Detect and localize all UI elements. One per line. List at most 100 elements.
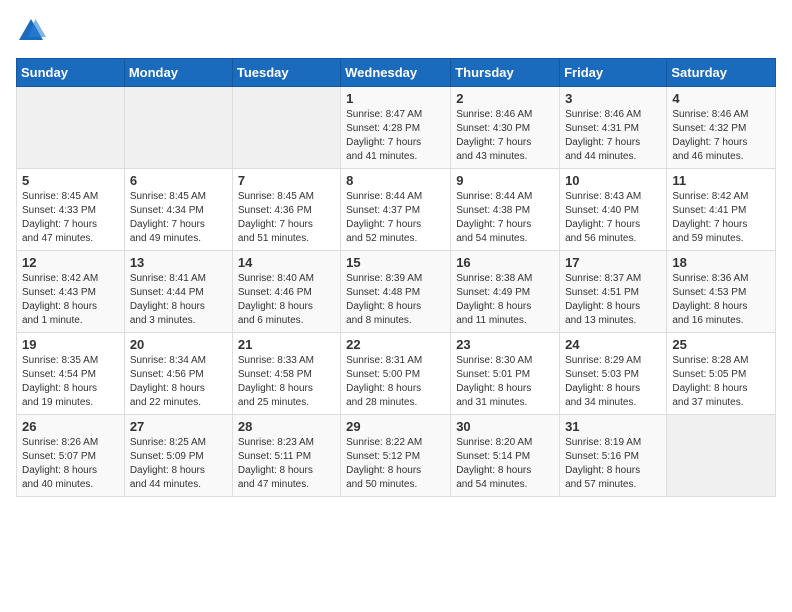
day-number: 18 <box>672 255 770 270</box>
logo-icon <box>16 16 46 46</box>
day-number: 24 <box>565 337 661 352</box>
day-info: Sunrise: 8:34 AM Sunset: 4:56 PM Dayligh… <box>130 354 227 410</box>
day-info: Sunrise: 8:42 AM Sunset: 4:41 PM Dayligh… <box>672 190 770 246</box>
day-number: 7 <box>238 173 335 188</box>
calendar-cell: 10Sunrise: 8:43 AM Sunset: 4:40 PM Dayli… <box>560 169 667 251</box>
calendar-cell: 27Sunrise: 8:25 AM Sunset: 5:09 PM Dayli… <box>124 415 232 497</box>
calendar-cell: 30Sunrise: 8:20 AM Sunset: 5:14 PM Dayli… <box>451 415 560 497</box>
day-info: Sunrise: 8:35 AM Sunset: 4:54 PM Dayligh… <box>22 354 119 410</box>
day-number: 5 <box>22 173 119 188</box>
calendar-cell: 9 Sunrise: 8:44 AM Sunset: 4:38 PM Daylig… <box>451 169 560 251</box>
day-number: 28 <box>238 419 335 434</box>
day-number: 16 <box>456 255 554 270</box>
weekday-header: Sunday <box>17 59 125 87</box>
day-info: Sunrise: 8:26 AM Sunset: 5:07 PM Dayligh… <box>22 436 119 492</box>
day-number: 2 <box>456 91 554 106</box>
calendar-week-row: 26Sunrise: 8:26 AM Sunset: 5:07 PM Dayli… <box>17 415 776 497</box>
day-info: Sunrise: 8:44 AM Sunset: 4:38 PM Dayligh… <box>456 190 554 246</box>
calendar-cell <box>232 87 340 169</box>
day-number: 1 <box>346 91 445 106</box>
weekday-header: Saturday <box>667 59 776 87</box>
calendar-table: SundayMondayTuesdayWednesdayThursdayFrid… <box>16 58 776 497</box>
calendar-cell: 14 Sunrise: 8:40 AM Sunset: 4:46 PM Dayli… <box>232 251 340 333</box>
day-info: Sunrise: 8:39 AM Sunset: 4:48 PM Dayligh… <box>346 272 445 328</box>
day-info: Sunrise: 8:45 AM Sunset: 4:33 PM Dayligh… <box>22 190 119 246</box>
day-info: Sunrise: 8:22 AM Sunset: 5:12 PM Dayligh… <box>346 436 445 492</box>
calendar-cell: 29Sunrise: 8:22 AM Sunset: 5:12 PM Dayli… <box>341 415 451 497</box>
day-info: Sunrise: 8:41 AM Sunset: 4:44 PM Dayligh… <box>130 272 227 328</box>
calendar-week-row: 1Sunrise: 8:47 AM Sunset: 4:28 PM Daylig… <box>17 87 776 169</box>
day-number: 15 <box>346 255 445 270</box>
calendar-cell: 8 Sunrise: 8:44 AM Sunset: 4:37 PM Daylig… <box>341 169 451 251</box>
day-number: 19 <box>22 337 119 352</box>
day-info: Sunrise: 8:33 AM Sunset: 4:58 PM Dayligh… <box>238 354 335 410</box>
calendar-cell <box>667 415 776 497</box>
calendar-cell: 15 Sunrise: 8:39 AM Sunset: 4:48 PM Dayli… <box>341 251 451 333</box>
day-number: 3 <box>565 91 661 106</box>
calendar-cell: 1Sunrise: 8:47 AM Sunset: 4:28 PM Daylig… <box>341 87 451 169</box>
day-info: Sunrise: 8:46 AM Sunset: 4:32 PM Dayligh… <box>672 108 770 164</box>
calendar-cell: 18 Sunrise: 8:36 AM Sunset: 4:53 PM Dayli… <box>667 251 776 333</box>
calendar-cell: 20 Sunrise: 8:34 AM Sunset: 4:56 PM Dayli… <box>124 333 232 415</box>
day-info: Sunrise: 8:29 AM Sunset: 5:03 PM Dayligh… <box>565 354 661 410</box>
day-number: 20 <box>130 337 227 352</box>
day-number: 30 <box>456 419 554 434</box>
day-info: Sunrise: 8:43 AM Sunset: 4:40 PM Dayligh… <box>565 190 661 246</box>
day-number: 14 <box>238 255 335 270</box>
day-info: Sunrise: 8:44 AM Sunset: 4:37 PM Dayligh… <box>346 190 445 246</box>
calendar-cell <box>17 87 125 169</box>
calendar-cell: 21 Sunrise: 8:33 AM Sunset: 4:58 PM Dayli… <box>232 333 340 415</box>
calendar-cell: 28 Sunrise: 8:23 AM Sunset: 5:11 PM Dayli… <box>232 415 340 497</box>
calendar-cell: 25Sunrise: 8:28 AM Sunset: 5:05 PM Dayli… <box>667 333 776 415</box>
calendar-cell: 26Sunrise: 8:26 AM Sunset: 5:07 PM Dayli… <box>17 415 125 497</box>
day-info: Sunrise: 8:42 AM Sunset: 4:43 PM Dayligh… <box>22 272 119 328</box>
day-number: 8 <box>346 173 445 188</box>
day-info: Sunrise: 8:45 AM Sunset: 4:36 PM Dayligh… <box>238 190 335 246</box>
calendar-cell: 7 Sunrise: 8:45 AM Sunset: 4:36 PM Daylig… <box>232 169 340 251</box>
weekday-header: Thursday <box>451 59 560 87</box>
day-number: 6 <box>130 173 227 188</box>
weekday-header: Wednesday <box>341 59 451 87</box>
calendar-cell: 31 Sunrise: 8:19 AM Sunset: 5:16 PM Dayli… <box>560 415 667 497</box>
day-number: 13 <box>130 255 227 270</box>
calendar-cell: 23Sunrise: 8:30 AM Sunset: 5:01 PM Dayli… <box>451 333 560 415</box>
day-info: Sunrise: 8:28 AM Sunset: 5:05 PM Dayligh… <box>672 354 770 410</box>
calendar-cell: 24 Sunrise: 8:29 AM Sunset: 5:03 PM Dayli… <box>560 333 667 415</box>
calendar-cell: 2 Sunrise: 8:46 AM Sunset: 4:30 PM Daylig… <box>451 87 560 169</box>
day-info: Sunrise: 8:37 AM Sunset: 4:51 PM Dayligh… <box>565 272 661 328</box>
day-info: Sunrise: 8:36 AM Sunset: 4:53 PM Dayligh… <box>672 272 770 328</box>
calendar-cell: 11 Sunrise: 8:42 AM Sunset: 4:41 PM Dayli… <box>667 169 776 251</box>
day-info: Sunrise: 8:30 AM Sunset: 5:01 PM Dayligh… <box>456 354 554 410</box>
day-number: 31 <box>565 419 661 434</box>
calendar-week-row: 5 Sunrise: 8:45 AM Sunset: 4:33 PM Daylig… <box>17 169 776 251</box>
logo <box>16 16 50 46</box>
weekday-header: Friday <box>560 59 667 87</box>
day-number: 21 <box>238 337 335 352</box>
day-info: Sunrise: 8:45 AM Sunset: 4:34 PM Dayligh… <box>130 190 227 246</box>
day-number: 17 <box>565 255 661 270</box>
day-number: 22 <box>346 337 445 352</box>
page-header <box>16 16 776 46</box>
day-info: Sunrise: 8:23 AM Sunset: 5:11 PM Dayligh… <box>238 436 335 492</box>
day-number: 11 <box>672 173 770 188</box>
calendar-week-row: 19 Sunrise: 8:35 AM Sunset: 4:54 PM Dayli… <box>17 333 776 415</box>
calendar-cell: 17 Sunrise: 8:37 AM Sunset: 4:51 PM Dayli… <box>560 251 667 333</box>
calendar-cell: 5 Sunrise: 8:45 AM Sunset: 4:33 PM Daylig… <box>17 169 125 251</box>
calendar-cell: 6 Sunrise: 8:45 AM Sunset: 4:34 PM Daylig… <box>124 169 232 251</box>
calendar-week-row: 12 Sunrise: 8:42 AM Sunset: 4:43 PM Dayli… <box>17 251 776 333</box>
calendar-cell: 19 Sunrise: 8:35 AM Sunset: 4:54 PM Dayli… <box>17 333 125 415</box>
day-number: 12 <box>22 255 119 270</box>
day-number: 9 <box>456 173 554 188</box>
weekday-header: Monday <box>124 59 232 87</box>
calendar-cell: 13 Sunrise: 8:41 AM Sunset: 4:44 PM Dayli… <box>124 251 232 333</box>
day-info: Sunrise: 8:31 AM Sunset: 5:00 PM Dayligh… <box>346 354 445 410</box>
day-info: Sunrise: 8:46 AM Sunset: 4:31 PM Dayligh… <box>565 108 661 164</box>
calendar-cell: 12 Sunrise: 8:42 AM Sunset: 4:43 PM Dayli… <box>17 251 125 333</box>
calendar-cell: 4Sunrise: 8:46 AM Sunset: 4:32 PM Daylig… <box>667 87 776 169</box>
day-info: Sunrise: 8:46 AM Sunset: 4:30 PM Dayligh… <box>456 108 554 164</box>
day-number: 27 <box>130 419 227 434</box>
day-info: Sunrise: 8:40 AM Sunset: 4:46 PM Dayligh… <box>238 272 335 328</box>
day-info: Sunrise: 8:19 AM Sunset: 5:16 PM Dayligh… <box>565 436 661 492</box>
calendar-cell: 16Sunrise: 8:38 AM Sunset: 4:49 PM Dayli… <box>451 251 560 333</box>
calendar-header-row: SundayMondayTuesdayWednesdayThursdayFrid… <box>17 59 776 87</box>
